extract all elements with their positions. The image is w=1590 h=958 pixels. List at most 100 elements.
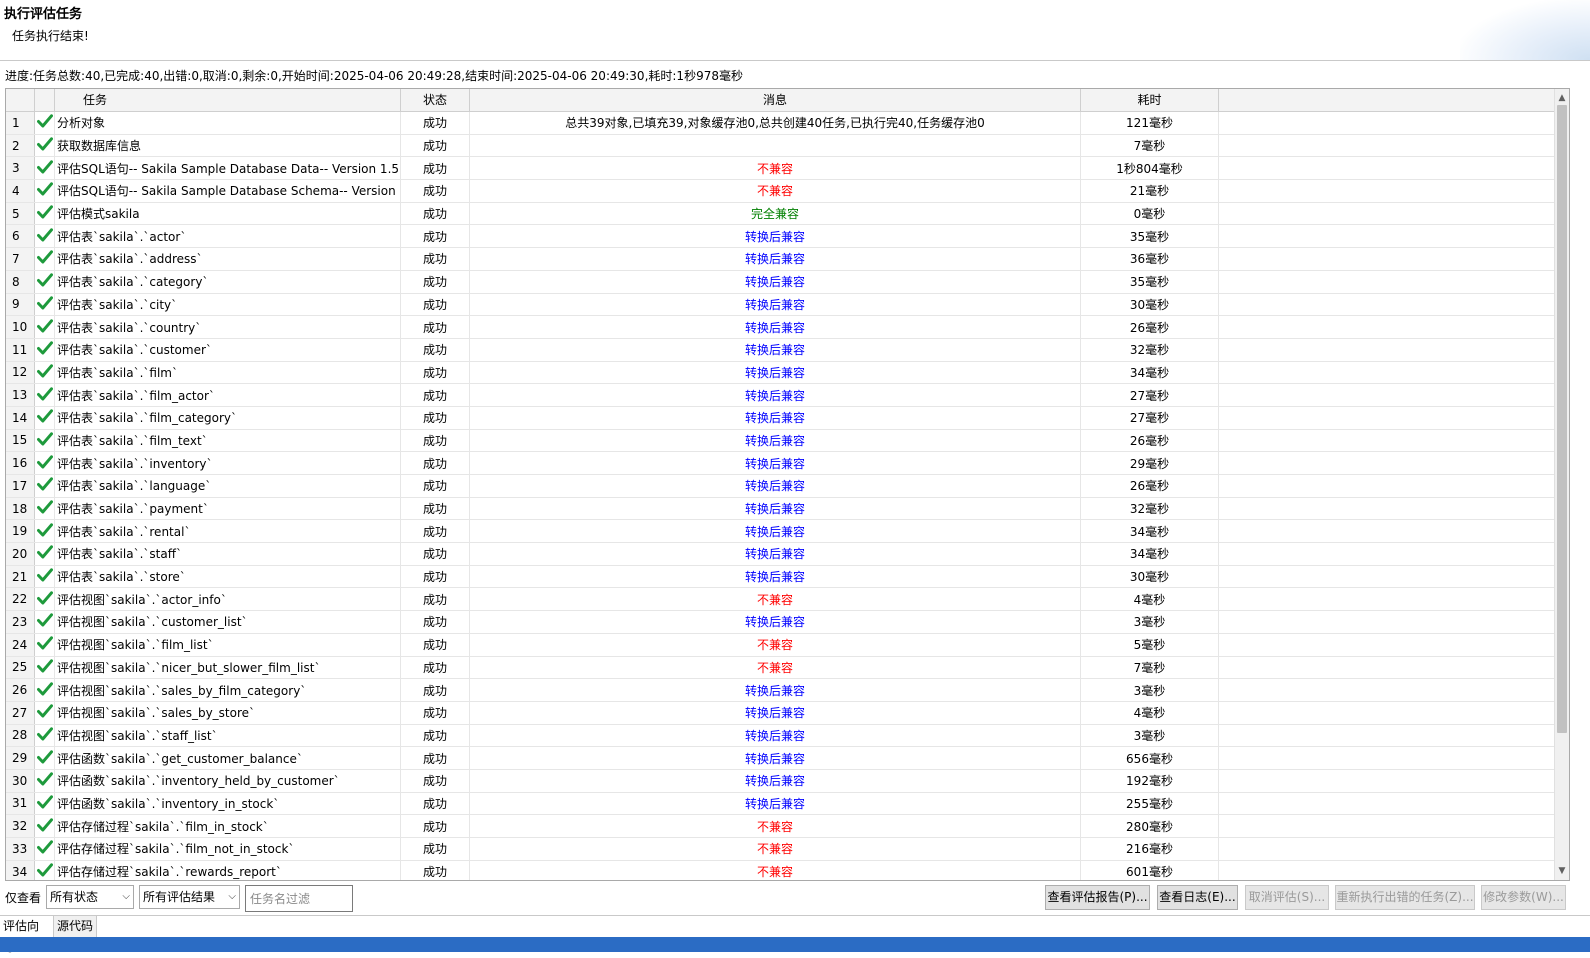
task-message: 转换后兼容	[470, 701, 1081, 724]
status-icon-cell	[35, 134, 55, 157]
row-filler	[1219, 725, 1555, 747]
table-row[interactable]: 23 评估视图`sakila`.`customer_list` 成功 转换后兼容 3毫秒	[6, 611, 1555, 634]
status-filter-select[interactable]: 所有状态 ⌵	[46, 885, 134, 909]
row-filler	[1219, 157, 1555, 179]
row-number: 11	[6, 338, 35, 361]
vertical-scrollbar[interactable]: ▲ ▼	[1554, 89, 1569, 880]
table-row[interactable]: 28 评估视图`sakila`.`staff_list` 成功 转换后兼容 3毫秒	[6, 724, 1555, 748]
table-row[interactable]: 8 评估表`sakila`.`category` 成功 转换后兼容 35毫秒	[6, 270, 1555, 294]
row-filler	[1219, 271, 1555, 293]
status-icon-cell	[35, 361, 55, 384]
table-row[interactable]: 26 评估视图`sakila`.`sales_by_film_category` 成…	[6, 679, 1555, 702]
task-status: 成功	[401, 701, 470, 724]
row-number: 3	[6, 157, 35, 180]
check-icon	[36, 296, 53, 313]
table-row[interactable]: 24 评估视图`sakila`.`film_list` 成功 不兼容 5毫秒	[6, 633, 1555, 657]
table-row[interactable]: 13 评估表`sakila`.`film_actor` 成功 转换后兼容 27毫秒	[6, 384, 1555, 407]
arrow-up-icon[interactable]: ▲	[1555, 90, 1569, 106]
table-row[interactable]: 4 评估SQL语句-- Sakila Sample Database Schema…	[6, 180, 1555, 203]
task-name: 评估表`sakila`.`category`	[55, 270, 401, 293]
cancel-assessment-button[interactable]: 取消评估(S)...	[1245, 885, 1329, 910]
check-icon	[36, 795, 53, 812]
table-row[interactable]: 29 评估函数`sakila`.`get_customer_balance` 成功转…	[6, 747, 1555, 770]
table-row[interactable]: 10 评估表`sakila`.`country` 成功 转换后兼容 26毫秒	[6, 316, 1555, 339]
tab-source-code[interactable]: 源代码	[54, 916, 97, 937]
row-filler	[1219, 861, 1555, 880]
row-number: 31	[6, 792, 35, 815]
check-icon	[36, 772, 53, 789]
column-header-status[interactable]: 状态	[401, 89, 470, 111]
status-message: 任务执行结束!	[12, 29, 89, 43]
row-number: 20	[6, 543, 35, 565]
status-icon-cell	[35, 565, 55, 588]
task-message: 转换后兼容	[470, 497, 1081, 520]
result-filter-select[interactable]: 所有评估结果 ⌵	[139, 885, 240, 909]
table-row[interactable]: 1 分析对象 成功 总共39对象,已填充39,对象缓存池0,总共创建40任务,已执行完…	[6, 112, 1555, 135]
task-status: 成功	[401, 747, 470, 769]
check-icon	[36, 205, 53, 222]
table-row[interactable]: 2 获取数据库信息 成功 7毫秒	[6, 134, 1555, 158]
table-row[interactable]: 18 评估表`sakila`.`payment` 成功 转换后兼容 32毫秒	[6, 497, 1555, 521]
task-status: 成功	[401, 429, 470, 452]
row-filler	[1219, 430, 1555, 452]
column-header-time[interactable]: 耗时	[1081, 89, 1219, 111]
task-duration: 27毫秒	[1081, 384, 1219, 406]
table-row[interactable]: 15 评估表`sakila`.`film_text` 成功 转换后兼容 26毫秒	[6, 429, 1555, 453]
row-number: 34	[6, 860, 35, 880]
table-row[interactable]: 27 评估视图`sakila`.`sales_by_store` 成功 转换后兼容 4毫…	[6, 701, 1555, 725]
row-filler	[1219, 770, 1555, 792]
table-row[interactable]: 3 评估SQL语句-- Sakila Sample Database Data--…	[6, 157, 1555, 181]
table-row[interactable]: 17 评估表`sakila`.`language` 成功 转换后兼容 26毫秒	[6, 475, 1555, 498]
check-icon	[36, 160, 53, 177]
table-row[interactable]: 19 评估表`sakila`.`rental` 成功 转换后兼容 34毫秒	[6, 520, 1555, 544]
tab-assessment-wizard[interactable]: 评估向导	[0, 916, 54, 954]
table-row[interactable]: 5 评估模式sakila 成功 完全兼容 0毫秒	[6, 202, 1555, 226]
rerun-failed-tasks-button[interactable]: 重新执行出错的任务(Z)...	[1335, 885, 1475, 910]
table-row[interactable]: 6 评估表`sakila`.`actor` 成功 转换后兼容 35毫秒	[6, 225, 1555, 249]
status-icon-cell	[35, 452, 55, 474]
table-row[interactable]: 21 评估表`sakila`.`store` 成功 转换后兼容 30毫秒	[6, 565, 1555, 589]
row-filler	[1219, 384, 1555, 406]
task-name: 评估表`sakila`.`payment`	[55, 497, 401, 520]
check-icon	[36, 591, 53, 608]
table-row[interactable]: 12 评估表`sakila`.`film` 成功 转换后兼容 34毫秒	[6, 361, 1555, 385]
table-row[interactable]: 11 评估表`sakila`.`customer` 成功 转换后兼容 32毫秒	[6, 338, 1555, 362]
task-table: 任务 状态 消息 耗时 1 分析对象 成功 总共39对象,已填充39,对象缓存池0,总…	[5, 88, 1570, 881]
table-row[interactable]: 33 评估存储过程`sakila`.`film_not_in_stock` 成功 不兼…	[6, 838, 1555, 861]
view-log-button[interactable]: 查看日志(E)...	[1157, 885, 1238, 910]
check-icon	[36, 364, 53, 381]
scrollbar-thumb[interactable]	[1557, 105, 1567, 733]
row-number: 28	[6, 724, 35, 747]
status-icon-cell	[35, 656, 55, 679]
modify-params-button[interactable]: 修改参数(W)...	[1481, 885, 1566, 910]
table-row[interactable]: 16 评估表`sakila`.`inventory` 成功 转换后兼容 29毫秒	[6, 452, 1555, 475]
task-duration: 656毫秒	[1081, 747, 1219, 769]
check-icon	[36, 863, 53, 880]
table-row[interactable]: 32 评估存储过程`sakila`.`film_in_stock` 成功 不兼容 280…	[6, 815, 1555, 838]
task-message: 不兼容	[470, 588, 1081, 611]
status-icon-cell	[35, 248, 55, 270]
table-row[interactable]: 30 评估函数`sakila`.`inventory_held_by_custom…	[6, 769, 1555, 793]
arrow-down-icon[interactable]: ▼	[1555, 863, 1569, 879]
task-name: 评估视图`sakila`.`sales_by_store`	[55, 701, 401, 724]
table-row[interactable]: 34 评估存储过程`sakila`.`rewards_report` 成功 不兼容 60…	[6, 860, 1555, 880]
task-name: 评估表`sakila`.`film_category`	[55, 406, 401, 429]
task-duration: 26毫秒	[1081, 429, 1219, 452]
task-name-filter-input[interactable]	[245, 885, 353, 912]
table-row[interactable]: 31 评估函数`sakila`.`inventory_in_stock` 成功 转换后…	[6, 792, 1555, 816]
table-row[interactable]: 20 评估表`sakila`.`staff` 成功 转换后兼容 34毫秒	[6, 543, 1555, 566]
status-icon-cell	[35, 112, 55, 134]
task-name: 评估模式sakila	[55, 202, 401, 225]
table-row[interactable]: 25 评估视图`sakila`.`nicer_but_slower_film_li…	[6, 656, 1555, 680]
table-row[interactable]: 22 评估视图`sakila`.`actor_info` 成功 不兼容 4毫秒	[6, 588, 1555, 612]
column-header-task[interactable]: 任务	[55, 89, 401, 111]
task-status: 成功	[401, 611, 470, 633]
table-row[interactable]: 7 评估表`sakila`.`address` 成功 转换后兼容 36毫秒	[6, 248, 1555, 271]
header: 执行评估任务 任务执行结束!	[0, 0, 1590, 61]
column-header-message[interactable]: 消息	[470, 89, 1081, 111]
view-report-button[interactable]: 查看评估报告(P)...	[1045, 885, 1150, 910]
table-body: 1 分析对象 成功 总共39对象,已填充39,对象缓存池0,总共创建40任务,已执行完…	[6, 112, 1555, 880]
task-name: 评估表`sakila`.`country`	[55, 316, 401, 338]
table-row[interactable]: 9 评估表`sakila`.`city` 成功 转换后兼容 30毫秒	[6, 293, 1555, 317]
table-row[interactable]: 14 评估表`sakila`.`film_category` 成功 转换后兼容 27毫秒	[6, 406, 1555, 430]
